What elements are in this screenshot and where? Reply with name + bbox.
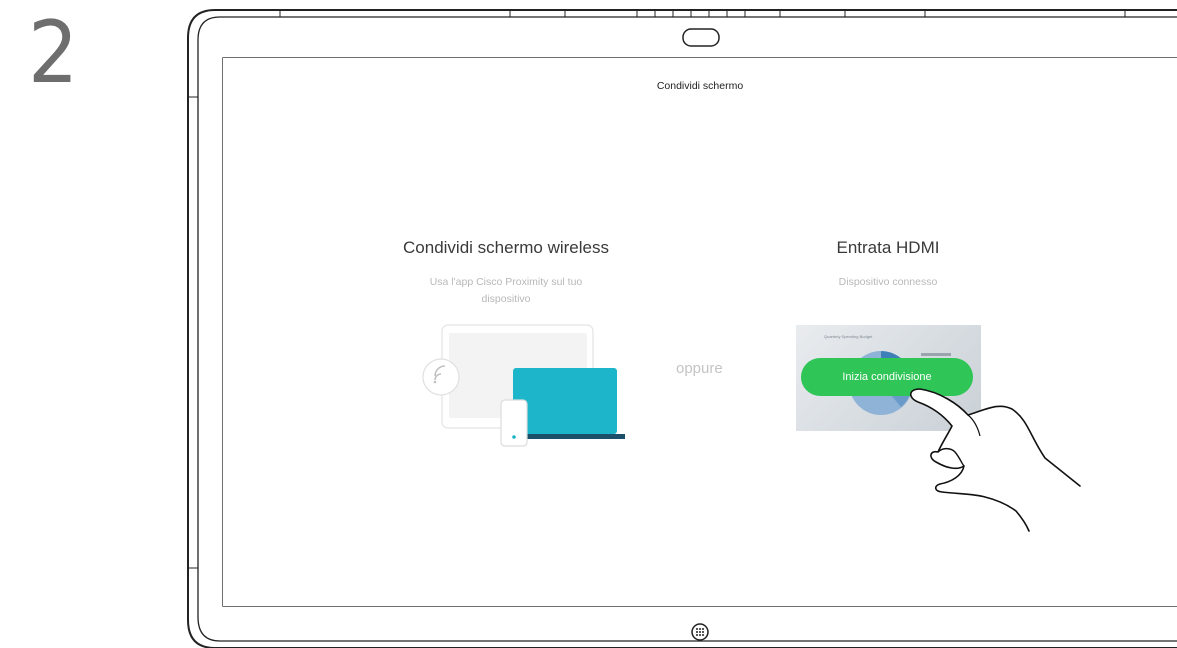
home-icon[interactable]	[689, 621, 711, 643]
hand-pointer-icon	[909, 388, 1081, 532]
